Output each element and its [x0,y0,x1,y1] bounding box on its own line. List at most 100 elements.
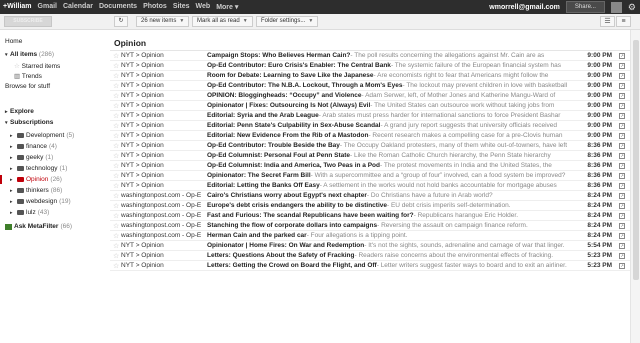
sidebar-folder-lulz[interactable]: ▸ lulz (43) [10,208,49,217]
list-item[interactable]: ☆ washingtonpost.com - Op-E Europe's debt … [110,201,630,211]
open-in-new-icon[interactable]: ↗ [619,213,625,219]
star-icon[interactable]: ☆ [113,132,121,140]
star-icon[interactable]: ☆ [113,142,121,150]
sidebar-folder-opinion[interactable]: ▸ Opinion (26) [0,175,62,184]
sidebar-folder-webdesign[interactable]: ▸ webdesign (19) [10,197,71,206]
star-icon[interactable]: ☆ [113,82,121,90]
open-in-new-icon[interactable]: ↗ [619,263,625,269]
list-item[interactable]: ☆ washingtonpost.com - Op-E Fast and Furio… [110,211,630,221]
star-icon[interactable]: ☆ [113,252,121,260]
sidebar-folder-geeky[interactable]: ▸ geeky (1) [10,153,53,162]
list-item[interactable]: ☆ NYT > Opinion Room for Debate: Learning … [110,71,630,81]
sidebar-starred[interactable]: ☆ Starred items [14,62,60,70]
scrollbar-thumb[interactable] [633,40,639,280]
star-icon[interactable]: ☆ [113,202,121,210]
avatar[interactable] [610,1,622,13]
open-in-new-icon[interactable]: ↗ [619,63,625,69]
open-in-new-icon[interactable]: ↗ [619,203,625,209]
open-in-new-icon[interactable]: ↗ [619,123,625,129]
triangle-right-icon[interactable]: ▸ [10,155,15,161]
list-item[interactable]: ☆ NYT > Opinion Campaign Stops: Who Believ… [110,51,630,61]
list-view-icon[interactable]: ☰ [600,16,615,27]
triangle-right-icon[interactable]: ▸ [10,188,15,194]
open-in-new-icon[interactable]: ↗ [619,133,625,139]
list-item[interactable]: ☆ NYT > Opinion Letters: Getting the Crowd… [110,261,630,271]
open-in-new-icon[interactable]: ↗ [619,103,625,109]
star-icon[interactable]: ☆ [113,152,121,160]
triangle-right-icon[interactable]: ▸ [10,133,15,139]
sidebar-browse[interactable]: Browse for stuff [5,83,50,90]
open-in-new-icon[interactable]: ↗ [619,83,625,89]
list-item[interactable]: ☆ NYT > Opinion Opinionator | Home Fires: … [110,241,630,251]
open-in-new-icon[interactable]: ↗ [619,183,625,189]
gbar-nav-item[interactable]: Calendar [63,3,93,11]
list-item[interactable]: ☆ NYT > Opinion Editorial: Letting the Ban… [110,181,630,191]
list-item[interactable]: ☆ NYT > Opinion OPINION: Bloggingheads: “O… [110,91,630,101]
star-icon[interactable]: ☆ [113,192,121,200]
sidebar-trends[interactable]: ▥ Trends [14,72,42,80]
open-in-new-icon[interactable]: ↗ [619,253,625,259]
open-in-new-icon[interactable]: ↗ [619,173,625,179]
refresh-icon[interactable]: ↻ [114,16,128,27]
sidebar-all-items[interactable]: ▾ All items (286) [5,51,54,58]
list-item[interactable]: ☆ NYT > Opinion Op-Ed Contributor: Trouble… [110,141,630,151]
star-icon[interactable]: ☆ [113,92,121,100]
gbar-nav-item[interactable]: +William [3,3,32,11]
star-icon[interactable]: ☆ [113,72,121,80]
star-icon[interactable]: ☆ [113,122,121,130]
star-icon[interactable]: ☆ [113,102,121,110]
subscribe-button[interactable]: SUBSCRIBE [4,16,52,27]
open-in-new-icon[interactable]: ↗ [619,223,625,229]
list-item[interactable]: ☆ washingtonpost.com - Op-E Herman Cain an… [110,231,630,241]
gbar-nav-item[interactable]: More ▾ [216,3,238,11]
list-item[interactable]: ☆ NYT > Opinion Op-Ed Contributor: The N.B… [110,81,630,91]
list-item[interactable]: ☆ NYT > Opinion Opinionator: The Secret Fa… [110,171,630,181]
star-icon[interactable]: ☆ [113,182,121,190]
open-in-new-icon[interactable]: ↗ [619,243,625,249]
open-in-new-icon[interactable]: ↗ [619,73,625,79]
sidebar-subscriptions[interactable]: ▾ Subscriptions [5,119,53,126]
star-icon[interactable]: ☆ [113,52,121,60]
gbar-nav-item[interactable]: Web [196,3,211,11]
triangle-right-icon[interactable]: ▸ [10,144,15,150]
gbar-nav-item[interactable]: Gmail [38,3,57,11]
list-item[interactable]: ☆ NYT > Opinion Editorial: New Evidence Fr… [110,131,630,141]
sidebar-folder-technology[interactable]: ▸ technology (1) [10,164,67,173]
gbar-nav-item[interactable]: Documents [99,3,137,11]
sidebar-folder-thinkers[interactable]: ▸ thinkers (86) [10,186,62,195]
star-icon[interactable]: ☆ [113,232,121,240]
list-item[interactable]: ☆ NYT > Opinion Op-Ed Columnist: Personal … [110,151,630,161]
folder-settings-dropdown[interactable]: Folder settings... ▼ [256,16,319,27]
open-in-new-icon[interactable]: ↗ [619,93,625,99]
star-icon[interactable]: ☆ [113,262,121,270]
open-in-new-icon[interactable]: ↗ [619,233,625,239]
star-icon[interactable]: ☆ [113,162,121,170]
list-item[interactable]: ☆ NYT > Opinion Op-Ed Columnist: India and… [110,161,630,171]
triangle-right-icon[interactable]: ▸ [10,210,15,216]
gear-icon[interactable]: ⚙ [628,1,636,13]
open-in-new-icon[interactable]: ↗ [619,193,625,199]
star-icon[interactable]: ☆ [113,172,121,180]
star-icon[interactable]: ☆ [113,62,121,70]
open-in-new-icon[interactable]: ↗ [619,113,625,119]
share-button[interactable]: Share... [565,1,605,13]
list-item[interactable]: ☆ NYT > Opinion Op-Ed Contributor: Euro Cr… [110,61,630,71]
triangle-right-icon[interactable]: ▸ [10,177,15,183]
star-icon[interactable]: ☆ [113,112,121,120]
star-icon[interactable]: ☆ [113,212,121,220]
list-item[interactable]: ☆ washingtonpost.com - Op-E Cairo's Christ… [110,191,630,201]
open-in-new-icon[interactable]: ↗ [619,153,625,159]
list-item[interactable]: ☆ NYT > Opinion Editorial: Syria and the A… [110,111,630,121]
gbar-nav-item[interactable]: Sites [173,3,190,11]
sidebar-explore[interactable]: ▸ Explore [5,108,34,115]
triangle-right-icon[interactable]: ▸ [10,199,15,205]
list-item[interactable]: ☆ washingtonpost.com - Op-E Stanching the … [110,221,630,231]
sidebar-home[interactable]: Home [5,38,22,45]
star-icon[interactable]: ☆ [113,242,121,250]
new-items-dropdown[interactable]: 26 new items ▼ [136,16,190,27]
expanded-view-icon[interactable]: ≡ [616,16,631,27]
list-item[interactable]: ☆ NYT > Opinion Editorial: Penn State's Cu… [110,121,630,131]
sidebar-feed-ask-metafilter[interactable]: Ask MetaFilter (66) [5,222,72,231]
scrollbar[interactable] [630,30,640,343]
list-item[interactable]: ☆ NYT > Opinion Letters: Questions About t… [110,251,630,261]
